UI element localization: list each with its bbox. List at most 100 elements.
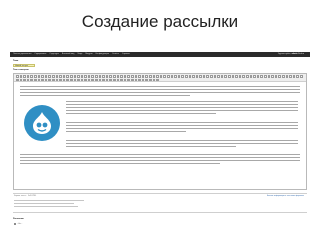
editor-toolbar-icon[interactable] — [256, 75, 260, 78]
editor-toolbar-icon[interactable] — [120, 75, 123, 78]
editor-toolbar-icon[interactable] — [285, 75, 289, 78]
editor-toolbar-icon[interactable] — [95, 75, 98, 78]
editor-toolbar-icon[interactable] — [80, 78, 84, 82]
editor-toolbar-icon[interactable] — [19, 75, 23, 78]
editor-toolbar-icon[interactable] — [113, 75, 116, 78]
editor-toolbar-icon[interactable] — [156, 78, 159, 82]
editor-toolbar-icon[interactable] — [274, 75, 278, 78]
editor-toolbar-icon[interactable] — [238, 75, 242, 78]
editor-toolbar-icon[interactable] — [16, 78, 19, 82]
editor-toolbar-icon[interactable] — [62, 78, 66, 82]
editor-toolbar-icon[interactable] — [253, 75, 256, 78]
editor-toolbar-icon[interactable] — [84, 75, 87, 78]
admin-menu-item[interactable]: Отчёты — [112, 52, 119, 57]
editor-toolbar-icon[interactable] — [41, 78, 44, 82]
editor-toolbar-icon[interactable] — [134, 78, 138, 82]
editor-toolbar-icon[interactable] — [127, 75, 130, 78]
editor-toolbar-icon[interactable] — [59, 75, 62, 78]
editor-toolbar-icon[interactable] — [120, 78, 123, 82]
editor-toolbar-icon[interactable] — [145, 75, 148, 78]
editor-toolbar-icon[interactable] — [30, 75, 33, 78]
editor-toolbar-icon[interactable] — [98, 78, 102, 82]
editor-toolbar-icon[interactable] — [51, 78, 55, 82]
format-help-link[interactable]: Больше информации о текстовых форматах — [267, 195, 304, 197]
editor-toolbar-icon[interactable] — [249, 75, 253, 78]
editor-toolbar-icon[interactable] — [37, 78, 41, 82]
editor-toolbar-icon[interactable] — [26, 78, 30, 82]
editor-toolbar-icon[interactable] — [148, 75, 152, 78]
editor-toolbar-icon[interactable] — [141, 78, 145, 82]
admin-menu-item[interactable]: Структура — [49, 52, 59, 57]
editor-toolbar-icon[interactable] — [263, 75, 267, 78]
editor-toolbar-icon[interactable] — [51, 75, 55, 78]
editor-toolbar-icon[interactable] — [156, 75, 159, 78]
editor-toolbar-icon[interactable] — [138, 78, 141, 82]
editor-toolbar-icon[interactable] — [44, 75, 48, 78]
editor-toolbar-icon[interactable] — [131, 78, 134, 82]
editor-toolbar-icon[interactable] — [48, 75, 51, 78]
editor-toolbar-icon[interactable] — [102, 75, 105, 78]
editor-toolbar-icon[interactable] — [184, 75, 188, 78]
editor-toolbar-icon[interactable] — [177, 75, 181, 78]
editor-toolbar-icon[interactable] — [152, 75, 156, 78]
editor-toolbar-icon[interactable] — [163, 75, 166, 78]
editor-toolbar-icon[interactable] — [59, 78, 62, 82]
editor-toolbar-icon[interactable] — [66, 75, 69, 78]
editor-toolbar-icon[interactable] — [192, 75, 195, 78]
editor-toolbar-icon[interactable] — [23, 78, 26, 82]
editor-toolbar-icon[interactable] — [134, 75, 138, 78]
editor-toolbar-icon[interactable] — [41, 75, 44, 78]
editor-toolbar-icon[interactable] — [174, 75, 177, 78]
admin-menu-item[interactable]: Справка — [122, 52, 130, 57]
editor-toolbar-icon[interactable] — [141, 75, 145, 78]
editor-toolbar-icon[interactable] — [26, 75, 30, 78]
editor-toolbar-icon[interactable] — [55, 78, 59, 82]
editor-toolbar-icon[interactable] — [73, 75, 77, 78]
editor-toolbar-icon[interactable] — [84, 78, 87, 82]
editor-toolbar-icon[interactable] — [123, 78, 127, 82]
editor-toolbar-icon[interactable] — [246, 75, 249, 78]
editor-toolbar-icon[interactable] — [292, 75, 296, 78]
editor-toolbar-icon[interactable] — [148, 78, 152, 82]
editor-toolbar-icon[interactable] — [224, 75, 228, 78]
logout-link[interactable]: Выйти — [298, 53, 304, 55]
editor-toolbar-icon[interactable] — [260, 75, 263, 78]
editor-toolbar-icon[interactable] — [62, 75, 66, 78]
admin-menu-item[interactable]: Панель управления — [13, 52, 31, 57]
editor-toolbar-icon[interactable] — [105, 75, 109, 78]
editor-toolbar-icon[interactable] — [109, 75, 113, 78]
editor-toolbar-icon[interactable] — [206, 75, 210, 78]
user-name[interactable]: admin — [292, 53, 298, 55]
editor-toolbar-icon[interactable] — [138, 75, 141, 78]
admin-menu-item[interactable]: Содержимое — [34, 52, 46, 57]
editor-toolbar-icon[interactable] — [217, 75, 220, 78]
editor-toolbar-icon[interactable] — [181, 75, 184, 78]
editor-toolbar-icon[interactable] — [48, 78, 51, 82]
editor-toolbar-icon[interactable] — [102, 78, 105, 82]
editor-toolbar-icon[interactable] — [109, 78, 113, 82]
editor-toolbar-icon[interactable] — [69, 75, 73, 78]
format-select[interactable]: Full HTML — [28, 195, 36, 197]
editor-toolbar-icon[interactable] — [44, 78, 48, 82]
editor-toolbar-icon[interactable] — [267, 75, 271, 78]
editor-toolbar-icon[interactable] — [23, 75, 26, 78]
editor-toolbar-icon[interactable] — [80, 75, 84, 78]
editor-toolbar-icon[interactable] — [145, 78, 148, 82]
editor-toolbar-icon[interactable] — [199, 75, 202, 78]
editor-toolbar-icon[interactable] — [281, 75, 285, 78]
editor-toolbar-icon[interactable] — [127, 78, 130, 82]
admin-menu-item[interactable]: Модули — [85, 52, 92, 57]
editor-toolbar-icon[interactable] — [77, 78, 80, 82]
editor-toolbar-icon[interactable] — [116, 78, 120, 82]
editor-toolbar-icon[interactable] — [289, 75, 292, 78]
editor-toolbar-icon[interactable] — [242, 75, 245, 78]
editor-toolbar-icon[interactable] — [87, 75, 91, 78]
editor-toolbar-icon[interactable] — [152, 78, 156, 82]
editor-toolbar-icon[interactable] — [228, 75, 231, 78]
newsletter-radio[interactable] — [14, 223, 16, 225]
editor-toolbar-icon[interactable] — [210, 75, 213, 78]
editor-toolbar-icon[interactable] — [271, 75, 274, 78]
editor-toolbar-icon[interactable] — [105, 78, 109, 82]
editor-toolbar-icon[interactable] — [33, 78, 37, 82]
editor-toolbar-icon[interactable] — [188, 75, 192, 78]
